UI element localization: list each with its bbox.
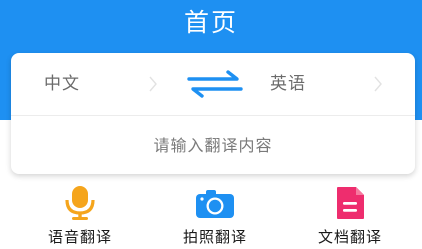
- translate-card: 中文 英语: [11, 53, 415, 174]
- chevron-right-icon: [149, 76, 157, 92]
- page-title: 首页: [183, 8, 238, 37]
- photo-translate-label: 拍照翻译: [182, 228, 247, 246]
- document-translate-label: 文档翻译: [317, 228, 382, 246]
- microphone-icon: [65, 186, 95, 220]
- photo-translate-button[interactable]: 拍照翻译: [165, 186, 265, 249]
- chevron-right-icon: [374, 76, 382, 92]
- voice-translate-label: 语音翻译: [47, 228, 112, 246]
- target-language-selector[interactable]: 英语: [270, 72, 306, 96]
- camera-icon: [196, 190, 234, 218]
- document-translate-button[interactable]: 文档翻译: [300, 186, 400, 249]
- language-selector-row: 中文 英语: [11, 53, 415, 115]
- document-icon: [337, 187, 364, 219]
- translation-modes: 语音翻译 拍照翻译 文档翻译: [0, 186, 422, 249]
- voice-translate-button[interactable]: 语音翻译: [30, 186, 130, 249]
- home-page: 首页 中文 英语 语音: [0, 0, 422, 249]
- swap-arrows-icon[interactable]: [187, 69, 243, 99]
- translate-input[interactable]: [11, 116, 415, 174]
- source-language-selector[interactable]: 中文: [44, 72, 80, 96]
